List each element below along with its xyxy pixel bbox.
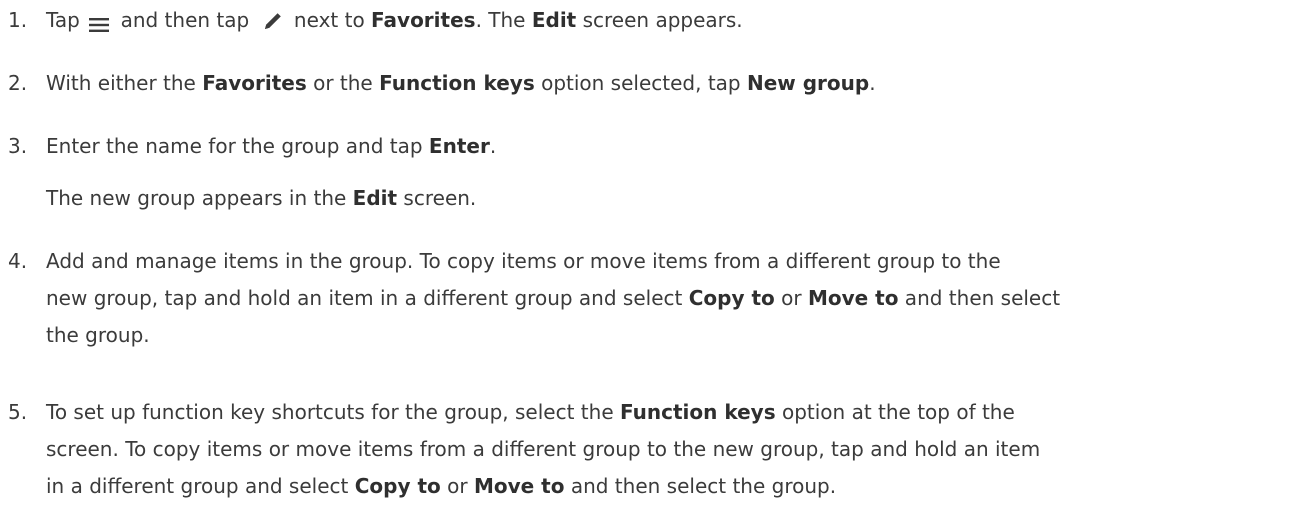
text-run: option selected, tap — [534, 71, 747, 95]
text-run: and then select the group. — [564, 474, 837, 498]
menu-icon — [88, 11, 110, 32]
text-run: and then tap — [114, 8, 256, 32]
step-text-line-3: in a different group and select Copy to … — [46, 470, 1286, 503]
text-run: option at the top of the — [775, 400, 1015, 424]
text-run: next to — [287, 8, 372, 32]
text-run: Enter the name for the group and tap — [46, 134, 429, 158]
text-run: in a different group and select — [46, 474, 355, 498]
ui-term-copy-to: Copy to — [354, 474, 441, 498]
ui-term-move-to: Move to — [473, 474, 565, 498]
step-number: 5. — [8, 400, 28, 424]
ui-term-enter: Enter — [428, 134, 490, 158]
step-number: 4. — [8, 249, 28, 273]
text-run: Tap — [46, 8, 87, 32]
step-number: 3. — [8, 134, 28, 158]
pencil-icon — [262, 9, 284, 31]
ui-term-edit: Edit — [352, 186, 398, 210]
text-run: and then select — [898, 286, 1061, 310]
text-run: screen. — [397, 186, 477, 210]
step-number: 1. — [8, 8, 28, 32]
text-run: . — [489, 134, 497, 158]
text-run: To set up function key shortcuts for the… — [46, 400, 620, 424]
text-run: or — [774, 286, 808, 310]
text-run: or — [440, 474, 474, 498]
step-text-line-2: new group, tap and hold an item in a dif… — [46, 282, 1286, 315]
ui-term-copy-to: Copy to — [688, 286, 775, 310]
ui-term-new-group: New group — [746, 71, 870, 95]
step-text-line-2: screen. To copy items or move items from… — [46, 437, 1041, 461]
text-run: screen appears. — [576, 8, 743, 32]
ui-term-favorites: Favorites — [202, 71, 307, 95]
step-text-line-1: To set up function key shortcuts for the… — [46, 396, 1286, 429]
text-run: new group, tap and hold an item in a dif… — [46, 286, 689, 310]
text-run: The new group appears in the — [46, 186, 353, 210]
step-text: Enter the name for the group and tap Ent… — [46, 130, 1286, 163]
step-number: 2. — [8, 71, 28, 95]
text-run: . The — [475, 8, 532, 32]
step-text: With either the Favorites or the Functio… — [46, 67, 1286, 100]
text-run: or the — [306, 71, 380, 95]
ui-term-favorites: Favorites — [371, 8, 476, 32]
step-note: The new group appears in the Edit screen… — [46, 182, 1286, 215]
ui-term-move-to: Move to — [807, 286, 899, 310]
text-run: With either the — [46, 71, 203, 95]
step-text: Tap and then tap next to Favorites. The … — [46, 4, 1286, 37]
ui-term-function-keys: Function keys — [379, 71, 535, 95]
ui-term-function-keys: Function keys — [619, 400, 776, 424]
ui-term-edit: Edit — [531, 8, 577, 32]
step-text-line-3: the group. — [46, 323, 150, 347]
step-text-line-1: Add and manage items in the group. To co… — [46, 249, 1001, 273]
text-run: . — [869, 71, 876, 95]
